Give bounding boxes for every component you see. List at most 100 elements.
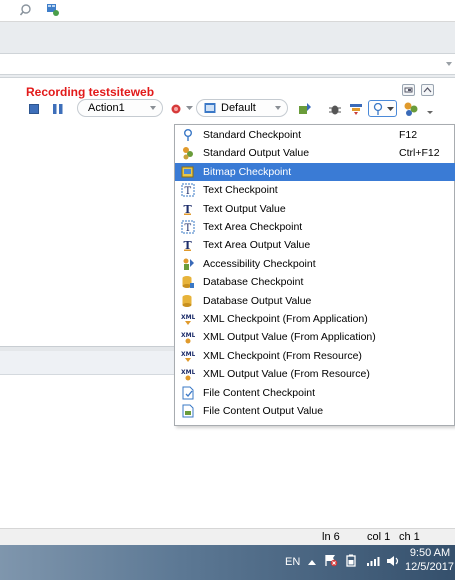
object-spy-icon[interactable] [298,102,312,116]
menu-item[interactable]: File Content Output Value [175,402,455,420]
insert-checkpoint-icon[interactable] [170,103,182,115]
top-toolbar-strip [0,0,455,22]
svg-text:XML: XML [181,351,195,358]
xml-checkpoint-icon: XML [181,351,195,362]
menu-item-label: Accessibility Checkpoint [203,257,316,270]
recording-mode-value: Default [221,102,256,114]
menu-item[interactable]: File Content Checkpoint [175,384,455,402]
menu-item[interactable]: Standard Checkpoint F12 [175,126,455,144]
text-checkpoint-icon: T [181,183,195,197]
panel-divider [0,74,455,78]
svg-text:T: T [185,223,192,234]
svg-text:XML: XML [181,314,195,321]
menu-item-label: XML Checkpoint (From Application) [203,313,368,325]
menu-item-shortcut: F12 [399,129,418,141]
menu-item[interactable]: XML XML Checkpoint (From Application) [175,310,455,328]
object-repository-icon[interactable] [46,3,60,17]
svg-text:T: T [185,186,192,197]
checkpoint-pin-icon [184,129,192,141]
output-value-icon[interactable] [403,101,419,117]
menu-item[interactable]: XML XML Output Value (From Resource) [175,365,455,383]
menu-item[interactable]: Accessibility Checkpoint [175,255,455,273]
ribbon-background [0,22,455,54]
checkpoint-dropdown-menu: Standard Checkpoint F12 Standard Output Va… [174,124,455,426]
text-area-output-icon: T [184,239,193,252]
menu-item-label: File Content Output Value [203,405,324,417]
status-char: ch 1 [399,531,420,543]
checkpoint-pin-icon [373,103,383,115]
text-area-checkpoint-icon: T [181,220,195,234]
chevron-up-icon [423,87,432,93]
language-indicator[interactable]: EN [285,556,300,568]
menu-item[interactable]: T Text Area Output Value [175,236,455,254]
status-column: col 1 [367,531,391,543]
lower-panel-header [0,351,174,375]
clock-time[interactable]: 9:50 AM [408,547,452,559]
search-icon[interactable] [20,3,34,17]
file-checkpoint-icon [182,386,194,400]
database-output-icon [182,294,192,307]
volume-icon[interactable] [386,555,400,567]
svg-text:XML: XML [181,369,195,376]
bitmap-checkpoint-icon [181,166,194,178]
chevron-down-icon[interactable] [186,106,193,111]
menu-item[interactable]: Database Checkpoint [175,273,455,291]
menu-item-label: Database Checkpoint [203,276,304,289]
action-center-flag-icon[interactable] [324,554,338,567]
recording-mode-icon [204,103,216,113]
windows-taskbar: EN 9:50 AM 12/5/2017 [0,545,455,580]
recording-toolbar: Action1 Default [0,96,455,122]
step-generator-icon[interactable] [349,102,363,116]
menu-item[interactable]: XML XML Output Value (From Application) [175,328,455,346]
collapse-panel-button[interactable] [421,84,434,96]
database-checkpoint-icon [182,276,194,289]
pause-icon[interactable] [52,104,64,114]
chevron-down-icon [150,106,156,110]
menu-item-label: File Content Checkpoint [203,386,316,399]
menu-item-shortcut: Ctrl+F12 [399,147,440,160]
xml-checkpoint-icon: XML [181,314,195,325]
overflow-chevron-icon[interactable] [427,111,433,115]
menu-item[interactable]: Standard Output Value Ctrl+F12 [175,144,455,162]
dock-icon [404,87,413,93]
document-tab-area [0,54,455,74]
battery-icon[interactable] [345,554,358,567]
chevron-down-icon[interactable] [445,60,453,68]
menu-item[interactable]: T Text Area Checkpoint [175,218,455,236]
menu-item-label: Text Output Value [203,202,286,215]
dock-window-button[interactable] [402,84,415,96]
accessibility-icon [183,258,194,270]
recording-mode-select[interactable]: Default [196,99,288,117]
output-value-icon [183,147,193,160]
clock-date[interactable]: 12/5/2017 [405,561,454,573]
file-output-icon [182,404,194,418]
menu-item-label: XML Output Value (From Application) [203,331,376,344]
menu-item-label: Text Area Checkpoint [203,221,303,233]
menu-item-label: Database Output Value [203,294,312,307]
network-signal-icon[interactable] [366,556,380,566]
menu-item-label: Bitmap Checkpoint [203,165,292,178]
status-line: ln 6 [322,531,340,543]
menu-item[interactable]: T Text Checkpoint [175,181,455,199]
svg-text:XML: XML [181,332,195,339]
chevron-up-icon[interactable] [308,559,316,565]
menu-item[interactable]: Database Output Value [175,292,455,310]
xml-output-icon: XML [181,332,195,344]
stop-icon[interactable] [29,104,39,114]
action-select[interactable]: Action1 [77,99,163,117]
menu-item-label: Standard Output Value [203,147,310,160]
menu-item-label: XML Output Value (From Resource) [203,368,370,381]
text-output-icon: T [184,203,193,216]
menu-item-label: Text Area Output Value [203,239,311,252]
menu-item-label: XML Checkpoint (From Resource) [203,349,362,362]
bug-icon[interactable] [329,102,341,116]
menu-item[interactable]: T Text Output Value [175,200,455,218]
menu-item-label: Text Checkpoint [203,184,278,197]
menu-item[interactable]: XML XML Checkpoint (From Resource) [175,347,455,365]
menu-item[interactable]: Bitmap Checkpoint [175,162,455,182]
insert-checkpoint-dropdown[interactable] [368,100,397,117]
chevron-down-icon [387,107,394,111]
status-bar: ln 6 col 1 ch 1 [0,528,455,545]
action-select-value: Action1 [88,102,125,114]
xml-output-icon: XML [181,369,195,381]
